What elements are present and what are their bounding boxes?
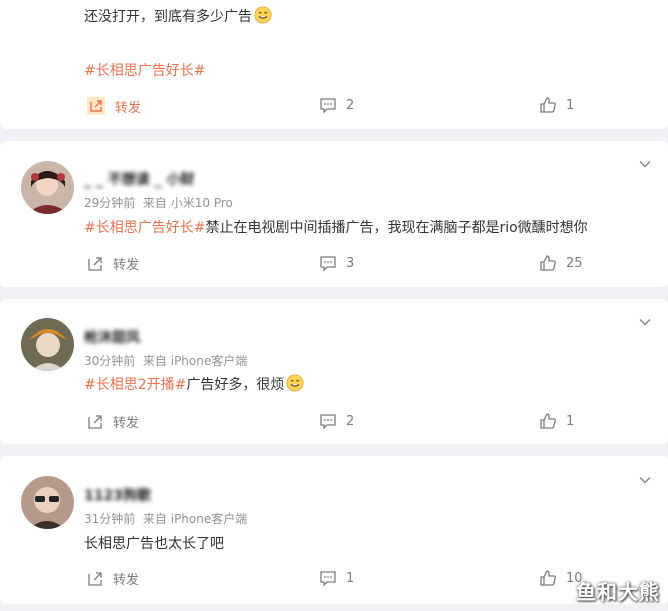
post-time: 31分钟前 [84, 512, 136, 526]
comment-icon [320, 256, 336, 272]
share-icon [88, 414, 102, 429]
share-icon [88, 256, 102, 271]
like-icon [540, 570, 556, 586]
like-button[interactable]: 25 [539, 254, 583, 272]
post-source: 来自 iPhone客户端 [142, 354, 248, 368]
avatar[interactable] [21, 161, 74, 214]
like-icon [540, 255, 556, 271]
share-icon [87, 97, 105, 115]
post-text: #长相思广告好长#禁止在电视剧中间插播广告，我现在满脑子都是rio微醺时想你 [84, 217, 588, 237]
like-icon [540, 97, 556, 113]
comment-button[interactable]: 3 [319, 254, 354, 272]
post-card: 还没打开，到底有多少广告 #长相思广告好长# 转发 2 1 [0, 0, 668, 129]
post-meta: 30分钟前 来自 iPhone客户端 [84, 352, 247, 369]
hashtag-link[interactable]: #长相思2开播# [84, 377, 186, 393]
avatar[interactable] [21, 318, 74, 371]
comment-count: 1 [346, 570, 355, 586]
post-text: #长相思2开播#广告好多，很烦 [84, 374, 304, 394]
smile-emoji-icon [254, 6, 272, 24]
username[interactable]: 1123狗歌 [84, 485, 151, 505]
comment-button[interactable]: 2 [319, 96, 354, 114]
like-count: 1 [566, 413, 575, 429]
avatar[interactable] [21, 476, 74, 529]
share-button[interactable]: 转发 [86, 254, 139, 273]
like-count: 1 [566, 97, 575, 113]
comment-icon [320, 571, 336, 587]
watermark: 鱼和大熊 [576, 580, 660, 604]
comment-icon [320, 98, 336, 114]
comment-count: 2 [346, 413, 355, 429]
like-button[interactable]: 1 [539, 412, 574, 430]
post-card: 枪沐甜风 30分钟前 来自 iPhone客户端 #长相思2开播#广告好多，很烦 … [0, 299, 668, 444]
smile-emoji-icon [286, 374, 304, 392]
like-button[interactable]: 1 [539, 96, 574, 114]
share-label: 转发 [113, 573, 140, 588]
post-text: 还没打开，到底有多少广告 [84, 6, 272, 26]
post-card: 1123狗歌 31分钟前 来自 iPhone客户端 长相思广告也太长了吧 转发 … [0, 456, 668, 604]
share-label: 转发 [115, 100, 142, 116]
post-source: 来自 小米10 Pro [142, 196, 233, 210]
post-time: 29分钟前 [84, 196, 136, 210]
post-text-content: 还没打开，到底有多少广告 [84, 9, 252, 25]
comment-icon [320, 414, 336, 430]
post-card: _ _ 不想读 _ 小财 29分钟前 来自 小米10 Pro #长相思广告好长#… [0, 141, 668, 287]
share-label: 转发 [113, 416, 140, 431]
comment-count: 2 [346, 97, 355, 113]
post-time: 30分钟前 [84, 354, 136, 368]
comment-button[interactable]: 1 [319, 569, 354, 587]
username[interactable]: 枪沐甜风 [84, 327, 140, 347]
post-source: 来自 iPhone客户端 [142, 512, 248, 526]
post-text: 长相思广告也太长了吧 [84, 536, 224, 552]
like-icon [540, 413, 556, 429]
chevron-down-icon[interactable] [638, 157, 652, 171]
hashtag-link[interactable]: #长相思广告好长# [84, 60, 205, 80]
share-button[interactable]: 转发 [86, 96, 141, 116]
share-icon [88, 571, 102, 586]
comment-button[interactable]: 2 [319, 412, 354, 430]
post-text-content: 广告好多，很烦 [186, 377, 285, 393]
share-label: 转发 [113, 258, 140, 273]
chevron-down-icon[interactable] [638, 473, 652, 487]
chevron-down-icon[interactable] [638, 315, 652, 329]
share-button[interactable]: 转发 [86, 412, 139, 431]
share-button[interactable]: 转发 [86, 569, 139, 588]
username[interactable]: _ _ 不想读 _ 小财 [84, 169, 195, 189]
like-count: 25 [566, 255, 583, 271]
comment-count: 3 [346, 255, 355, 271]
hashtag-link[interactable]: #长相思广告好长# [84, 220, 205, 236]
post-meta: 29分钟前 来自 小米10 Pro [84, 194, 233, 211]
post-meta: 31分钟前 来自 iPhone客户端 [84, 510, 247, 527]
post-text-content: 禁止在电视剧中间插播广告，我现在满脑子都是rio微醺时想你 [205, 220, 588, 236]
